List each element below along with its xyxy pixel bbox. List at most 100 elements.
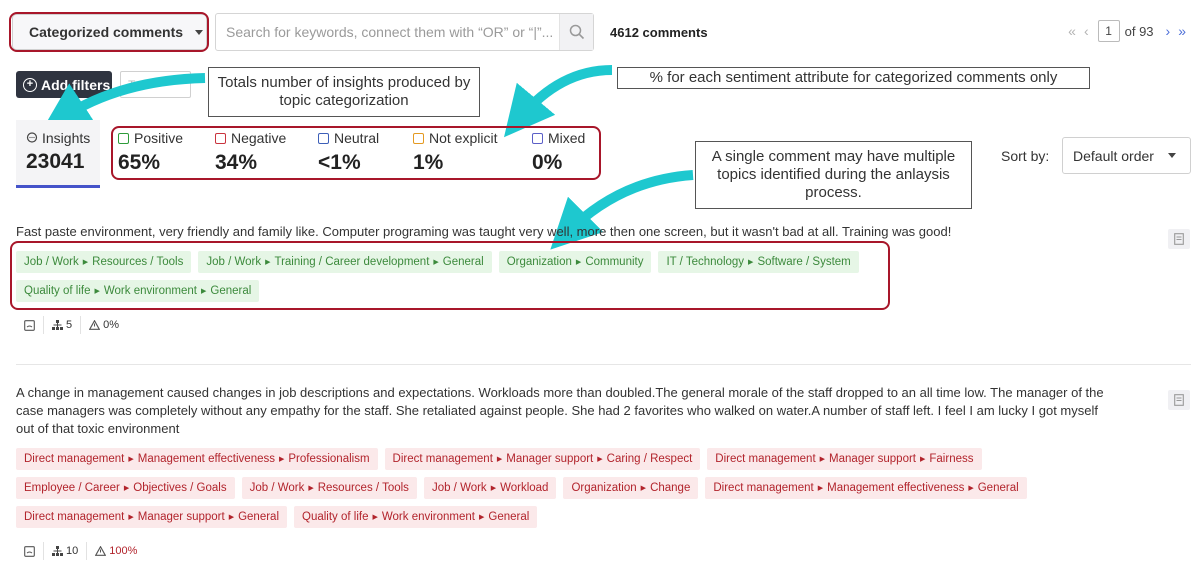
tab-insights[interactable]: Insights 23041 (16, 120, 100, 188)
next-page-icon[interactable]: › (1162, 23, 1175, 39)
page-number-input[interactable]: 1 (1097, 20, 1120, 42)
sentiment-value: 1% (413, 151, 444, 174)
callout-multi-topic-text: A single comment may have multiple topic… (711, 148, 956, 201)
topic-tag[interactable]: Job / Work ▶ Workload (423, 477, 557, 499)
first-page-icon[interactable]: « (1064, 23, 1080, 39)
caret-right-icon: ▶ (82, 259, 89, 266)
topic-tag[interactable]: Job / Work ▶ Resources / Tools (241, 477, 417, 499)
caret-right-icon: ▶ (819, 456, 826, 463)
search-input[interactable]: Search for keywords, connect them with “… (216, 24, 559, 40)
caret-right-icon: ▶ (968, 485, 974, 492)
topics-count: 5 (44, 316, 82, 334)
topic-tag[interactable]: IT / Technology ▶ Software / System (658, 251, 859, 273)
document-icon[interactable] (1168, 229, 1190, 249)
search-box[interactable]: Search for keywords, connect them with “… (215, 13, 594, 51)
chevron-down-icon (1167, 153, 1176, 158)
topic-tag[interactable]: Direct management ▶ Manager support ▶ Genera… (16, 506, 288, 528)
filter-input[interactable]: T (120, 71, 191, 98)
comment-meta: 10 100% (16, 542, 145, 560)
risk-score: 0% (81, 316, 127, 334)
caret-right-icon: ▶ (308, 485, 314, 492)
caret-right-icon: ▶ (748, 259, 754, 266)
warning-icon (95, 546, 107, 556)
page-total: of 93 (1124, 23, 1154, 39)
sort-select[interactable]: Default order (1062, 137, 1191, 174)
caret-right-icon: ▶ (597, 456, 603, 463)
plus-icon: + (23, 77, 37, 92)
comment-text: A change in management caused changes in… (16, 385, 1104, 436)
topic-tag[interactable]: Quality of life ▶ Work environment ▶ General (16, 280, 260, 302)
prev-page-icon[interactable]: ‹ (1080, 23, 1093, 39)
tag-row: Quality of life ▶ Work environment ▶ General (16, 280, 260, 302)
face-icon (24, 545, 35, 557)
caret-right-icon: ▶ (490, 485, 497, 492)
caret-right-icon: ▶ (479, 514, 485, 521)
caret-right-icon: ▶ (265, 259, 271, 266)
callout-totals: Totals number of insights produced by to… (208, 67, 480, 117)
caret-right-icon: ▶ (278, 456, 285, 463)
last-page-icon[interactable]: » (1174, 23, 1190, 39)
sort-value: Default order (1073, 147, 1154, 164)
topic-tag[interactable]: Direct management ▶ Manager support ▶ Caring… (384, 448, 701, 470)
tag-row: Direct management ▶ Management effectivene… (16, 448, 982, 470)
arrow-to-sentiments (503, 65, 613, 138)
caret-right-icon: ▶ (640, 485, 647, 492)
caret-right-icon: ▶ (372, 514, 378, 521)
not-explicit-face-icon (413, 132, 424, 144)
sentiment-value: 0% (532, 151, 563, 174)
caret-right-icon: ▶ (94, 288, 100, 295)
sentiment-not-explicit[interactable]: Not explicit 1% (413, 130, 497, 175)
insights-label: Insights (42, 130, 91, 146)
sentiment-icon-cell[interactable] (16, 542, 44, 560)
caret-right-icon: ▶ (128, 514, 134, 521)
caret-right-icon: ▶ (123, 485, 130, 492)
topic-tag[interactable]: Quality of life ▶ Work environment ▶ General (294, 506, 538, 528)
negative-face-icon (215, 132, 226, 144)
sentiment-label: Not explicit (429, 130, 498, 146)
search-icon[interactable] (559, 14, 593, 50)
sentiment-value: 65% (118, 151, 161, 174)
topic-tag[interactable]: Direct management ▶ Manager support ▶ Fairne… (707, 448, 982, 470)
mixed-face-icon (532, 132, 543, 144)
comment-meta: 5 0% (16, 316, 127, 334)
add-filters-label: Add filters (41, 76, 111, 93)
sentiment-negative[interactable]: Negative 34% (215, 130, 286, 175)
caret-right-icon: ▶ (200, 288, 207, 295)
add-filters-button[interactable]: + Add filters (16, 71, 112, 98)
sentiment-label: Positive (134, 130, 184, 146)
topic-tag[interactable]: Direct management ▶ Management effectivene… (705, 477, 1027, 499)
sentiment-value: <1% (318, 151, 361, 174)
topic-tag[interactable]: Job / Work ▶ Resources / Tools (16, 251, 192, 273)
sentiment-positive[interactable]: Positive 65% (118, 130, 183, 175)
sort-label: Sort by: (1001, 148, 1050, 164)
callout-sentiment-text: % for each sentiment attribute for categ… (649, 69, 1058, 86)
callout-multi-topic: A single comment may have multiple topic… (695, 141, 972, 209)
insights-value: 23041 (26, 150, 85, 173)
tag-row: Direct management ▶ Manager support ▶ Genera… (16, 506, 538, 528)
topic-tag[interactable]: Organization ▶ Community (498, 251, 652, 273)
caret-right-icon: ▶ (920, 456, 926, 463)
document-icon[interactable] (1168, 390, 1190, 410)
hierarchy-icon (52, 320, 63, 330)
callout-sentiment: % for each sentiment attribute for categ… (617, 67, 1090, 89)
topic-tag[interactable]: Employee / Career ▶ Objectives / Goals (16, 477, 235, 499)
caret-right-icon: ▶ (575, 259, 582, 266)
view-select-highlight (9, 12, 209, 52)
callout-totals-text: Totals number of insights produced by to… (217, 74, 471, 109)
topic-tag[interactable]: Job / Work ▶ Training / Career development… (198, 251, 492, 273)
hierarchy-icon (52, 546, 63, 556)
sentiment-value: 34% (215, 151, 258, 174)
caret-right-icon: ▶ (228, 514, 235, 521)
sentiment-neutral[interactable]: Neutral <1% (318, 130, 379, 175)
topic-tag[interactable]: Organization ▶ Change (563, 477, 699, 499)
caret-right-icon: ▶ (496, 456, 503, 463)
face-icon (24, 319, 35, 331)
sentiment-mixed[interactable]: Mixed 0% (532, 130, 585, 175)
sentiment-label: Mixed (548, 130, 586, 146)
sentiment-icon-cell[interactable] (16, 316, 44, 334)
caret-right-icon: ▶ (128, 456, 134, 463)
sentiment-label: Negative (231, 130, 287, 146)
tag-row: Job / Work ▶ Resources / Tools Job / Work ▶… (16, 251, 859, 273)
topic-tag[interactable]: Direct management ▶ Management effectivene… (16, 448, 378, 470)
positive-face-icon (118, 132, 129, 144)
